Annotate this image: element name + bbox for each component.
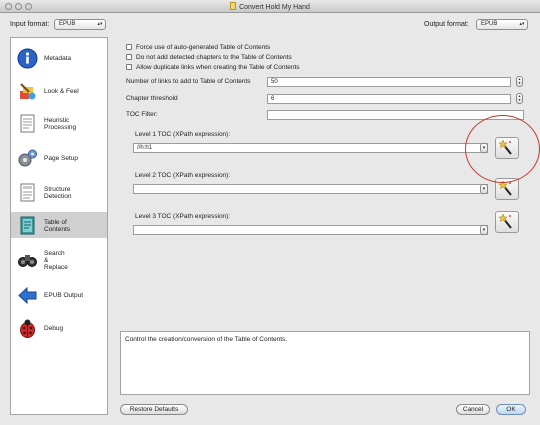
sidebar-item-debug[interactable]: Debug [11, 315, 107, 341]
ladybug-icon [20, 319, 35, 338]
sidebar-item-structure-detection[interactable]: Structure Detection [11, 179, 107, 205]
chapter-threshold-input[interactable]: 6 [267, 94, 511, 104]
force-auto-toc-label: Force use of auto-generated Table of Con… [136, 44, 271, 51]
book-icon [20, 216, 35, 235]
input-format-value: EPUB [59, 21, 76, 27]
level1-label: Level 1 TOC (XPath expression): [135, 131, 231, 138]
level3-dropdown-button[interactable]: ▾ [480, 225, 488, 235]
level2-xpath-wizard-button[interactable] [495, 178, 519, 200]
sidebar-item-label: Page Setup [44, 155, 78, 162]
output-format-value: EPUB [481, 21, 498, 27]
ok-button[interactable]: OK [496, 404, 526, 415]
magic-wand-icon [498, 213, 512, 229]
no-detected-chapters-label: Do not add detected chapters to the Tabl… [136, 54, 292, 61]
level2-dropdown-button[interactable]: ▾ [480, 184, 488, 194]
info-icon [17, 48, 38, 69]
title-bar: Convert Hold My Hand [0, 0, 540, 13]
sidebar-item-table-of-contents[interactable]: Table of Contents [11, 212, 107, 238]
input-format-label: Input format: [10, 21, 50, 28]
level2-xpath-input[interactable] [133, 184, 488, 194]
level1-dropdown-button[interactable]: ▾ [480, 143, 488, 153]
chapter-threshold-stepper[interactable]: ▴ ▾ [516, 93, 523, 104]
level2-label: Level 2 TOC (XPath expression): [135, 172, 231, 179]
level1-xpath-input[interactable]: //h:h1 [133, 143, 488, 153]
document-icon [230, 2, 237, 10]
num-links-label: Number of links to add to Table of Conte… [126, 78, 251, 85]
sidebar-item-search-replace[interactable]: Search & Replace [11, 246, 107, 276]
help-text-box: Control the creation/conversion of the T… [120, 331, 530, 395]
magic-wand-icon [498, 139, 512, 155]
input-format-select[interactable]: EPUB ▴▾ [54, 19, 106, 30]
force-auto-toc-option[interactable]: Force use of auto-generated Table of Con… [126, 43, 270, 52]
sidebar-item-metadata[interactable]: Metadata [11, 45, 107, 71]
no-detected-chapters-checkbox[interactable] [126, 54, 132, 60]
paint-icon [20, 83, 36, 100]
sidebar-item-heuristic-processing[interactable]: Heuristic Processing [11, 110, 107, 136]
sidebar-item-label: Heuristic Processing [44, 117, 77, 131]
sidebar-item-label: Metadata [44, 55, 72, 62]
structure-icon [20, 183, 35, 202]
cancel-button[interactable]: Cancel [456, 404, 490, 415]
sidebar-item-label: Debug [44, 325, 64, 332]
allow-duplicates-option[interactable]: Allow duplicate links when creating the … [126, 63, 300, 72]
updown-arrows-icon: ▴▾ [519, 21, 525, 27]
updown-arrows-icon: ▴▾ [97, 21, 103, 27]
chapter-threshold-label: Chapter threshold [126, 95, 178, 102]
format-bar: Input format: EPUB ▴▾ Output format: EPU… [0, 13, 540, 37]
level3-xpath-input[interactable] [133, 225, 488, 235]
allow-duplicates-checkbox[interactable] [126, 64, 132, 70]
toc-filter-input[interactable] [267, 110, 524, 120]
output-format-label: Output format: [424, 21, 469, 28]
sidebar-item-label: EPUB Output [44, 292, 84, 299]
level3-label: Level 3 TOC (XPath expression): [135, 213, 231, 220]
sidebar: Metadata Look & Feel Heuristic Processin… [10, 37, 108, 415]
sidebar-item-page-setup[interactable]: Page Setup [11, 145, 107, 171]
num-links-stepper[interactable]: ▴ ▾ [516, 76, 523, 87]
sidebar-item-label: Table of Contents [44, 219, 71, 233]
sidebar-item-epub-output[interactable]: EPUB Output [11, 282, 107, 308]
sidebar-item-label: Look & Feel [44, 88, 79, 95]
sidebar-item-label: Structure Detection [44, 186, 72, 200]
output-format-select[interactable]: EPUB ▴▾ [476, 19, 528, 30]
sidebar-item-label: Search & Replace [44, 250, 68, 271]
no-detected-chapters-option[interactable]: Do not add detected chapters to the Tabl… [126, 53, 292, 62]
arrow-left-icon [18, 286, 37, 305]
window-title: Convert Hold My Hand [239, 4, 310, 11]
gears-icon [18, 149, 37, 167]
binoculars-icon [18, 255, 37, 267]
sidebar-item-look-feel[interactable]: Look & Feel [11, 78, 107, 104]
toc-filter-label: TOC Filter: [126, 111, 158, 118]
force-auto-toc-checkbox[interactable] [126, 44, 132, 50]
help-text: Control the creation/conversion of the T… [125, 336, 288, 343]
allow-duplicates-label: Allow duplicate links when creating the … [136, 64, 300, 71]
restore-defaults-button[interactable]: Restore Defaults [120, 404, 188, 415]
num-links-input[interactable]: 50 [267, 77, 511, 87]
level1-xpath-wizard-button[interactable] [495, 137, 519, 159]
document-icon [20, 114, 35, 133]
level3-xpath-wizard-button[interactable] [495, 211, 519, 233]
magic-wand-icon [498, 180, 512, 196]
